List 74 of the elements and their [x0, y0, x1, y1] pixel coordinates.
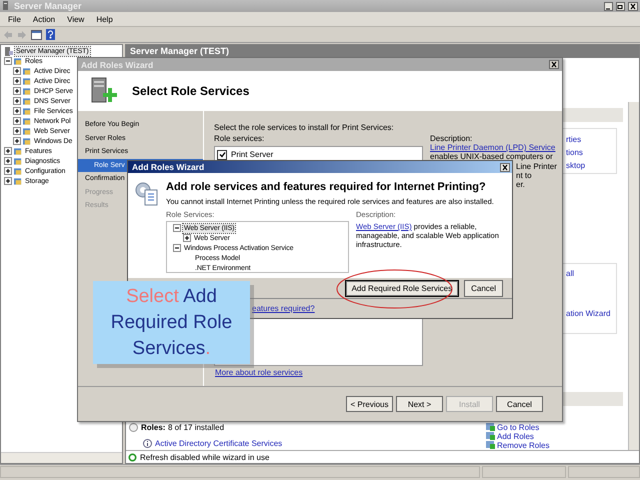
- expander-icon[interactable]: [4, 177, 12, 185]
- dialog-button[interactable]: Cancel: [464, 280, 503, 296]
- more-link[interactable]: More about role services: [215, 368, 303, 377]
- expander-icon[interactable]: [173, 244, 181, 252]
- expander-icon[interactable]: [4, 157, 12, 165]
- help-icon[interactable]: [46, 29, 55, 40]
- expander-icon[interactable]: [13, 77, 21, 85]
- instruction-text: Select the role services to install for Print Services:: [214, 123, 394, 132]
- list-label: Role services:: [214, 134, 264, 143]
- expander-icon[interactable]: [4, 57, 12, 65]
- close-icon[interactable]: [628, 2, 638, 10]
- roles-count: 8 of 17 installed: [168, 423, 224, 432]
- minimize-icon[interactable]: [604, 2, 613, 10]
- description-text: nt to: [516, 171, 532, 180]
- description-text: Line Printer: [516, 162, 557, 171]
- task-link[interactable]: Go to Roles: [497, 423, 540, 432]
- page-heading: Select Role Services: [132, 84, 250, 98]
- expander-icon[interactable]: [13, 107, 21, 115]
- section-header: [563, 108, 623, 122]
- gear-document-icon: [134, 181, 160, 207]
- task-link[interactable]: sktop: [566, 161, 586, 170]
- restore-icon[interactable]: [616, 2, 625, 10]
- roles-label: Roles:: [141, 423, 166, 432]
- window-title: Add Roles Wizard: [81, 60, 154, 70]
- pane-header: Server Manager (TEST): [126, 45, 639, 58]
- dialog-button[interactable]: Add Required Role Services: [344, 280, 460, 296]
- task-link[interactable]: all: [566, 269, 574, 278]
- description-text: enables UNIX-based computers or: [430, 152, 553, 161]
- task-panel: [560, 128, 617, 174]
- expander-icon[interactable]: [13, 117, 21, 125]
- wizard-button[interactable]: Cancel: [496, 396, 543, 412]
- menu-item[interactable]: View: [61, 14, 90, 24]
- close-icon[interactable]: [549, 60, 559, 69]
- horizontal-scrollbar[interactable]: [1, 452, 122, 463]
- expander-icon[interactable]: [4, 147, 12, 155]
- expander-icon[interactable]: [4, 167, 12, 175]
- dialog-heading: Add role services and features required for Internet Printing?: [166, 181, 487, 193]
- expander-icon[interactable]: [173, 224, 181, 232]
- task-panel: [560, 263, 617, 334]
- menu-item[interactable]: File: [2, 14, 27, 24]
- expander-icon[interactable]: [13, 127, 21, 135]
- expander-icon[interactable]: [13, 97, 21, 105]
- help-link[interactable]: eatures required?: [252, 304, 315, 313]
- menu-item[interactable]: Action: [26, 14, 62, 24]
- description-label: Description:: [430, 134, 472, 143]
- role-link[interactable]: Active Directory Certificate Services: [155, 439, 282, 448]
- vertical-scrollbar[interactable]: [628, 102, 639, 450]
- expander-icon[interactable]: [183, 234, 191, 242]
- window-icon[interactable]: [31, 30, 42, 40]
- wizard-button[interactable]: Next >: [396, 396, 443, 412]
- expander-icon[interactable]: [13, 87, 21, 95]
- close-icon[interactable]: [500, 162, 510, 172]
- info-icon: [143, 439, 152, 448]
- role-service-label[interactable]: Print Server: [231, 150, 274, 159]
- description-text: er.: [516, 180, 525, 189]
- server-icon: [2, 1, 11, 11]
- checkbox[interactable]: [217, 150, 227, 160]
- callout-text: Select Add Required Role Services.: [110, 284, 234, 360]
- section-header: [563, 392, 623, 406]
- task-link[interactable]: Add Roles: [497, 432, 534, 441]
- server-icon: [4, 46, 13, 56]
- description-link[interactable]: Line Printer Daemon (LPD) Service: [430, 143, 556, 152]
- menu-item[interactable]: Help: [90, 14, 119, 24]
- dialog-title: Add Roles Wizard: [132, 162, 204, 172]
- task-link[interactable]: tions: [566, 148, 583, 157]
- wizard-button[interactable]: < Previous: [346, 396, 393, 412]
- window-title: Server Manager: [14, 1, 83, 11]
- expander-icon[interactable]: [13, 67, 21, 75]
- task-link[interactable]: rties: [566, 135, 582, 144]
- task-link[interactable]: ation Wizard: [566, 309, 610, 318]
- expander-icon[interactable]: [13, 137, 21, 145]
- refresh-icon: [128, 452, 137, 462]
- status-text: Refresh disabled while wizard in use: [140, 452, 270, 462]
- task-link[interactable]: Remove Roles: [497, 441, 550, 450]
